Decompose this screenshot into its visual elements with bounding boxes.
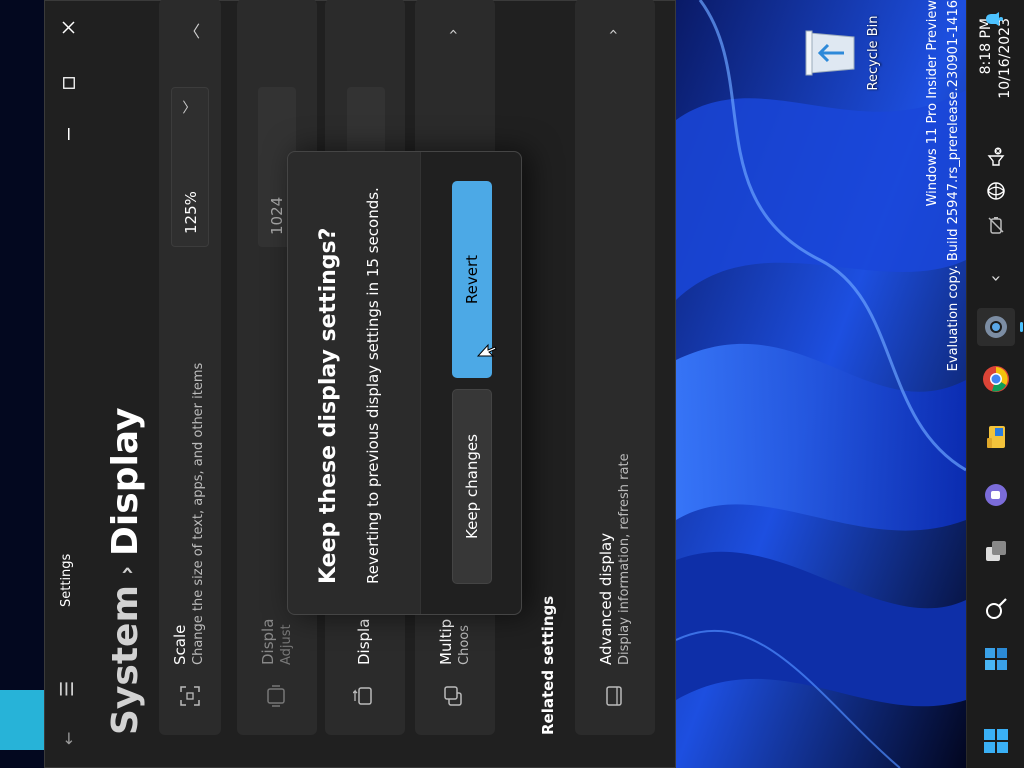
scale-subtitle: Change the size of text, apps, and other… — [191, 362, 206, 665]
network-globe-icon[interactable] — [985, 180, 1011, 202]
dialog-footer: Keep changes Revert — [420, 152, 521, 614]
keep-display-settings-dialog: Keep these display settings? Reverting t… — [287, 151, 522, 615]
task-view-button[interactable] — [977, 532, 1015, 570]
taskbar-clock[interactable]: 8:18 PM 10/16/2023 — [977, 18, 1015, 138]
chevron-down-icon: ﹀ — [183, 100, 199, 114]
close-icon — [61, 21, 75, 35]
volume-muted-icon[interactable] — [985, 146, 1011, 168]
multiple-displays-subtitle: Choos — [457, 625, 472, 665]
chevron-up-icon[interactable]: ︿ — [179, 23, 203, 39]
keep-changes-button[interactable]: Keep changes — [452, 389, 492, 584]
recycle-bin[interactable]: Recycle Bin — [800, 8, 881, 98]
settings-taskbar-button[interactable] — [977, 308, 1015, 346]
search-icon — [986, 598, 1007, 619]
search-button[interactable] — [977, 590, 1015, 628]
widgets-icon — [985, 648, 1007, 670]
resolution-icon — [267, 685, 285, 707]
page-title: Display — [105, 407, 146, 556]
breadcrumb-separator-icon: › — [114, 565, 140, 576]
resolution-title: Displa — [259, 618, 277, 665]
multiple-displays-title: Multip — [437, 618, 455, 665]
title-bar[interactable]: ← ☰ Settings — [45, 0, 93, 767]
clock-time: 8:18 PM — [978, 18, 994, 75]
notification-bell-icon[interactable] — [984, 10, 1008, 28]
orientation-icon — [353, 687, 372, 705]
dialog-message: Reverting to previous display settings i… — [364, 187, 382, 584]
task-view-icon — [986, 541, 1006, 561]
mouse-cursor-icon — [477, 343, 497, 357]
breadcrumb-system[interactable]: System — [105, 585, 146, 735]
advanced-display-icon — [606, 686, 622, 706]
advanced-display-subtitle: Display information, refresh rate — [617, 453, 632, 665]
show-hidden-icons-chevron-icon[interactable]: ‹ — [985, 275, 1006, 282]
resolution-value: 1024 — [268, 196, 286, 235]
hamburger-menu-icon[interactable]: ☰ — [57, 681, 78, 697]
watermark-line-1: Windows 11 Pro Insider Preview — [925, 0, 940, 207]
teams-chat-icon — [985, 484, 1007, 506]
app-title: Settings — [59, 553, 74, 607]
widgets-button[interactable] — [977, 640, 1015, 678]
start-icon — [984, 729, 1008, 753]
minimize-icon — [68, 128, 70, 140]
file-explorer-button[interactable] — [977, 418, 1015, 456]
chrome-button[interactable] — [977, 360, 1015, 398]
related-settings-heading: Related settings — [539, 595, 557, 735]
minimize-button[interactable] — [55, 117, 83, 151]
teams-chat-button[interactable] — [977, 476, 1015, 514]
multiple-displays-icon — [444, 686, 462, 706]
maximize-button[interactable] — [55, 66, 83, 100]
start-button[interactable] — [977, 722, 1015, 760]
clock-date: 10/16/2023 — [997, 18, 1013, 99]
settings-icon — [985, 316, 1007, 338]
scale-title: Scale — [171, 624, 189, 665]
taskbar: ‹ 8:18 PM 10/16/2023 — [966, 0, 1024, 768]
chevron-right-icon: › — [443, 28, 462, 35]
recycle-bin-label: Recycle Bin — [866, 15, 881, 91]
recycle-bin-icon — [805, 30, 855, 76]
close-button[interactable] — [53, 11, 83, 45]
back-arrow-icon[interactable]: ← — [59, 732, 78, 745]
scale-icon — [180, 686, 200, 706]
evaluation-watermark: Windows 11 Pro Insider Preview Evaluatio… — [922, 0, 964, 378]
advanced-display-card[interactable]: Advanced display Display information, re… — [575, 0, 655, 735]
breadcrumb: System › Display — [105, 408, 146, 735]
maximize-icon — [63, 77, 75, 89]
dialog-title: Keep these display settings? — [316, 227, 341, 584]
orientation-title: Displa — [355, 618, 373, 665]
chevron-right-icon: › — [603, 28, 622, 35]
watermark-line-2: Evaluation copy. Build 25947.rs_prerelea… — [946, 0, 961, 372]
settings-window: ← ☰ Settings System › Display Scale Change… — [44, 0, 676, 768]
advanced-display-title: Advanced display — [597, 532, 615, 665]
scale-dropdown[interactable]: 125% ﹀ — [171, 87, 209, 247]
chrome-icon — [983, 366, 1009, 392]
scale-value: 125% — [182, 191, 200, 234]
active-app-indicator — [1020, 322, 1023, 332]
file-explorer-icon — [987, 426, 1005, 448]
resolution-subtitle: Adjust — [279, 624, 294, 665]
battery-icon[interactable] — [985, 214, 1011, 236]
